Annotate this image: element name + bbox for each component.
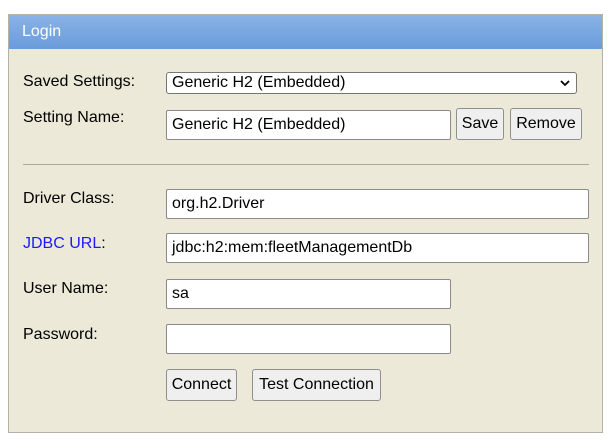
driver-class-input[interactable]: org.h2.Driver: [166, 189, 589, 219]
saved-settings-value: Generic H2 (Embedded): [172, 74, 346, 91]
chevron-down-icon: [560, 80, 570, 87]
setting-name-input[interactable]: Generic H2 (Embedded): [166, 110, 451, 140]
jdbc-url-link[interactable]: JDBC URL: [23, 235, 101, 252]
jdbc-url-label-wrap: JDBC URL:: [23, 235, 106, 253]
password-label: Password:: [23, 326, 98, 343]
jdbc-url-input[interactable]: jdbc:h2:mem:fleetManagementDb: [166, 233, 589, 263]
user-name-label: User Name:: [23, 280, 109, 297]
remove-button[interactable]: Remove: [510, 108, 582, 140]
test-connection-button[interactable]: Test Connection: [252, 369, 381, 401]
divider: [23, 164, 589, 165]
saved-settings-select[interactable]: Generic H2 (Embedded): [166, 72, 577, 94]
setting-name-label: Setting Name:: [23, 109, 125, 126]
driver-class-label: Driver Class:: [23, 190, 115, 207]
login-panel: Login Saved Settings: Generic H2 (Embedd…: [8, 14, 603, 433]
password-input[interactable]: [166, 324, 451, 354]
connect-button[interactable]: Connect: [166, 369, 237, 401]
jdbc-url-colon: :: [101, 235, 106, 252]
save-button[interactable]: Save: [456, 108, 504, 140]
panel-title: Login: [9, 15, 602, 49]
saved-settings-label: Saved Settings:: [23, 73, 136, 90]
user-name-input[interactable]: sa: [166, 279, 451, 309]
